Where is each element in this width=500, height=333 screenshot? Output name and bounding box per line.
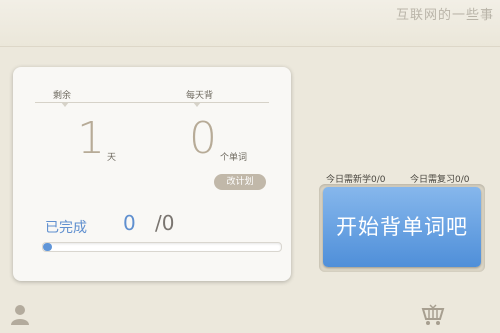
completed-total: /0 [155,211,175,235]
start-button-frame: 开始背单词吧 [319,184,485,272]
divider-tick [193,102,201,107]
completed-label: 已完成 [45,220,87,236]
remaining-days-unit: 天 [107,153,117,163]
top-bar: 互联网的一些事 [0,0,500,47]
daily-words-value: 0 [189,113,217,164]
daily-words-unit: 个单词 [220,153,248,163]
progress-fill [43,243,52,251]
divider [35,102,269,103]
daily-label: 每天背 [186,91,214,101]
cart-icon[interactable] [421,303,445,331]
remaining-label: 剩余 [53,91,72,101]
plan-card: 剩余 每天背 1 天 0 个单词 改计划 已完成 0 /0 [13,67,291,281]
change-plan-button[interactable]: 改计划 [214,174,266,190]
remaining-days-value: 1 [77,113,105,164]
start-studying-button[interactable]: 开始背单词吧 [323,187,481,267]
completed-count: 0 [123,211,136,235]
completion-progress-bar [42,242,282,252]
divider-tick [61,102,69,107]
watermark: 互联网的一些事 [395,8,494,23]
user-icon[interactable] [10,304,30,330]
